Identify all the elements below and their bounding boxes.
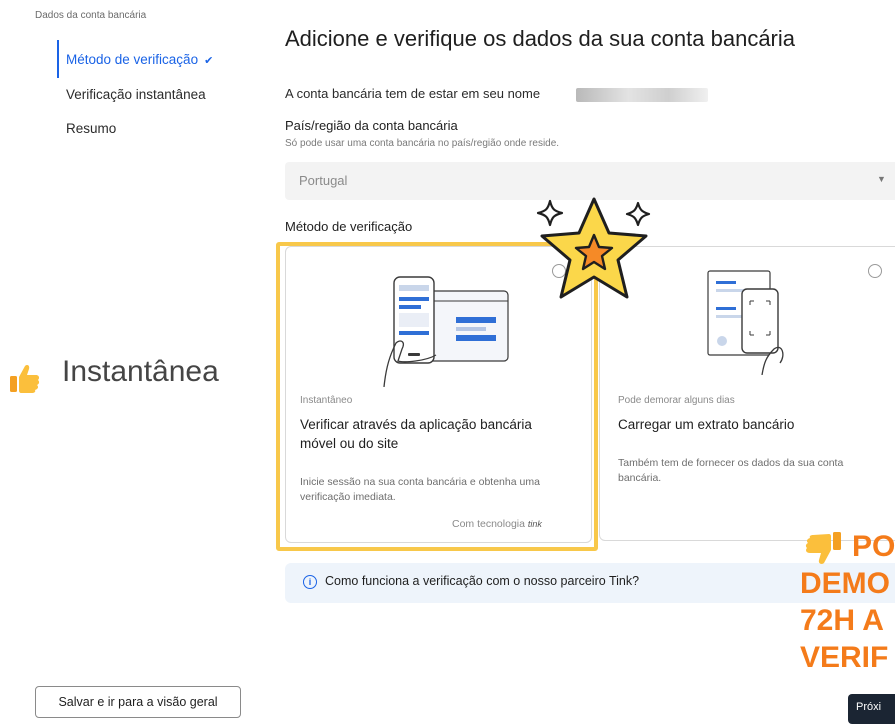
method-title: Carregar um extrato bancário [618, 417, 795, 432]
country-label: País/região da conta bancária [285, 118, 458, 133]
info-icon: i [303, 575, 317, 589]
country-select-value: Portugal [299, 173, 348, 188]
star-icon [536, 197, 651, 299]
nav-active-indicator [57, 40, 59, 78]
negative-line: VERIF [800, 641, 889, 674]
instant-overlay-label: Instantânea [62, 355, 219, 388]
redacted-name [576, 88, 708, 102]
method-kicker: Pode demorar alguns dias [618, 395, 735, 406]
method-radio-statement[interactable] [868, 264, 882, 278]
owner-notice: A conta bancária tem de estar em seu nom… [285, 86, 541, 101]
verification-method-label: Método de verificação [285, 219, 413, 234]
page-title: Adicione e verifique os dados da sua con… [285, 26, 796, 51]
nav-item-instant-verification[interactable]: Verificação instantânea [66, 87, 206, 102]
save-and-overview-button[interactable]: Salvar e ir para a visão geral [35, 686, 241, 718]
nav-section-title: Dados da conta bancária [35, 10, 147, 21]
method-description: Também tem de fornecer os dados da sua c… [618, 457, 844, 484]
negative-line: DEMO [800, 567, 890, 600]
document-upload-illustration [707, 270, 784, 375]
sparkle-icon [536, 199, 564, 227]
thumbs-down-icon [805, 532, 841, 564]
nav-item-verification-method[interactable]: Método de verificação ✔ [66, 52, 213, 67]
country-help-text: Só pode usar uma conta bancária no país/… [285, 138, 560, 149]
nav-item-label: Método de verificação [66, 52, 199, 67]
sparkle-icon [625, 201, 651, 227]
thumbs-up-icon [10, 365, 40, 393]
chevron-down-icon: ▼ [877, 174, 886, 184]
check-icon: ✔ [204, 55, 214, 67]
negative-line: 72H A [800, 604, 884, 637]
nav-item-summary[interactable]: Resumo [66, 121, 116, 136]
info-banner-text: Como funciona a verificação com o nosso … [325, 574, 640, 588]
